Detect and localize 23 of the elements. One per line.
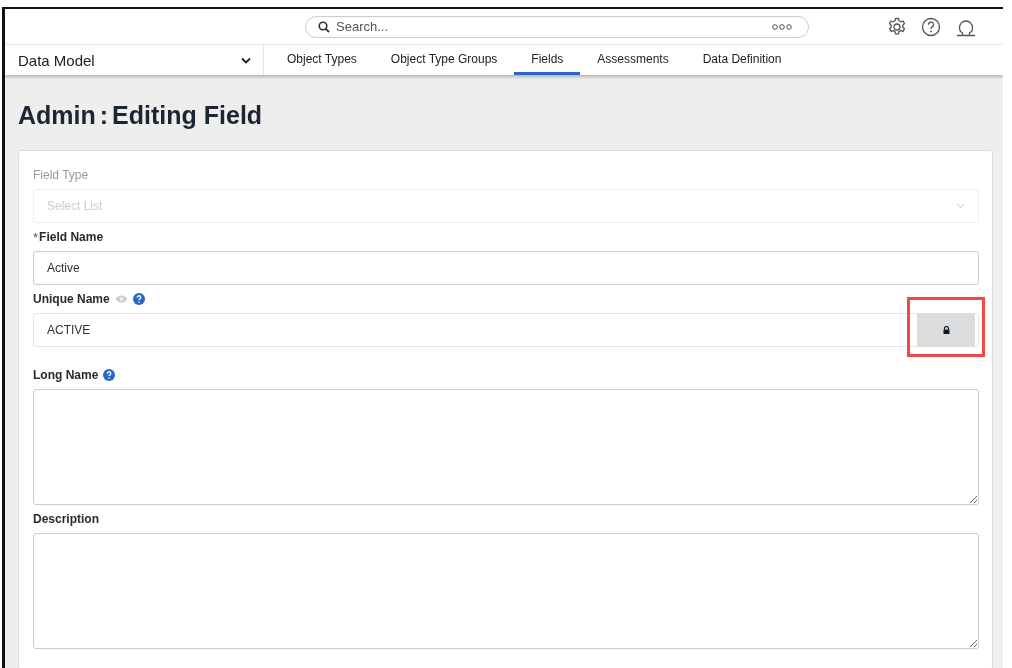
required-mark: * xyxy=(33,229,39,245)
help-icon[interactable] xyxy=(132,293,145,305)
nav-tab[interactable]: Object Type Groups xyxy=(373,45,515,75)
text-field[interactable]: Active xyxy=(33,251,979,285)
help-icon[interactable] xyxy=(921,16,941,37)
search-icon xyxy=(318,20,330,33)
nav-tab[interactable]: Data Definition xyxy=(685,45,799,75)
help-icon[interactable] xyxy=(103,369,116,381)
field-label: Unique Name xyxy=(33,292,110,306)
chevron-down-icon xyxy=(241,56,251,64)
field-label: Field Name xyxy=(39,230,104,244)
nav-tab[interactable]: Object Types xyxy=(270,45,374,75)
nav-tab[interactable]: Assessments xyxy=(580,45,686,75)
chevron-down-icon xyxy=(956,203,965,209)
field-label: Long Name xyxy=(33,368,99,382)
more-icon[interactable] xyxy=(772,23,792,30)
field-label: Description xyxy=(33,512,99,526)
settings-icon[interactable] xyxy=(887,16,907,37)
lock-button[interactable] xyxy=(917,313,975,347)
lock-icon xyxy=(942,326,950,334)
page-title: Admin : Editing Field xyxy=(18,101,264,130)
field-label: Field Type xyxy=(33,168,89,182)
text-field[interactable]: ACTIVE xyxy=(33,313,979,347)
